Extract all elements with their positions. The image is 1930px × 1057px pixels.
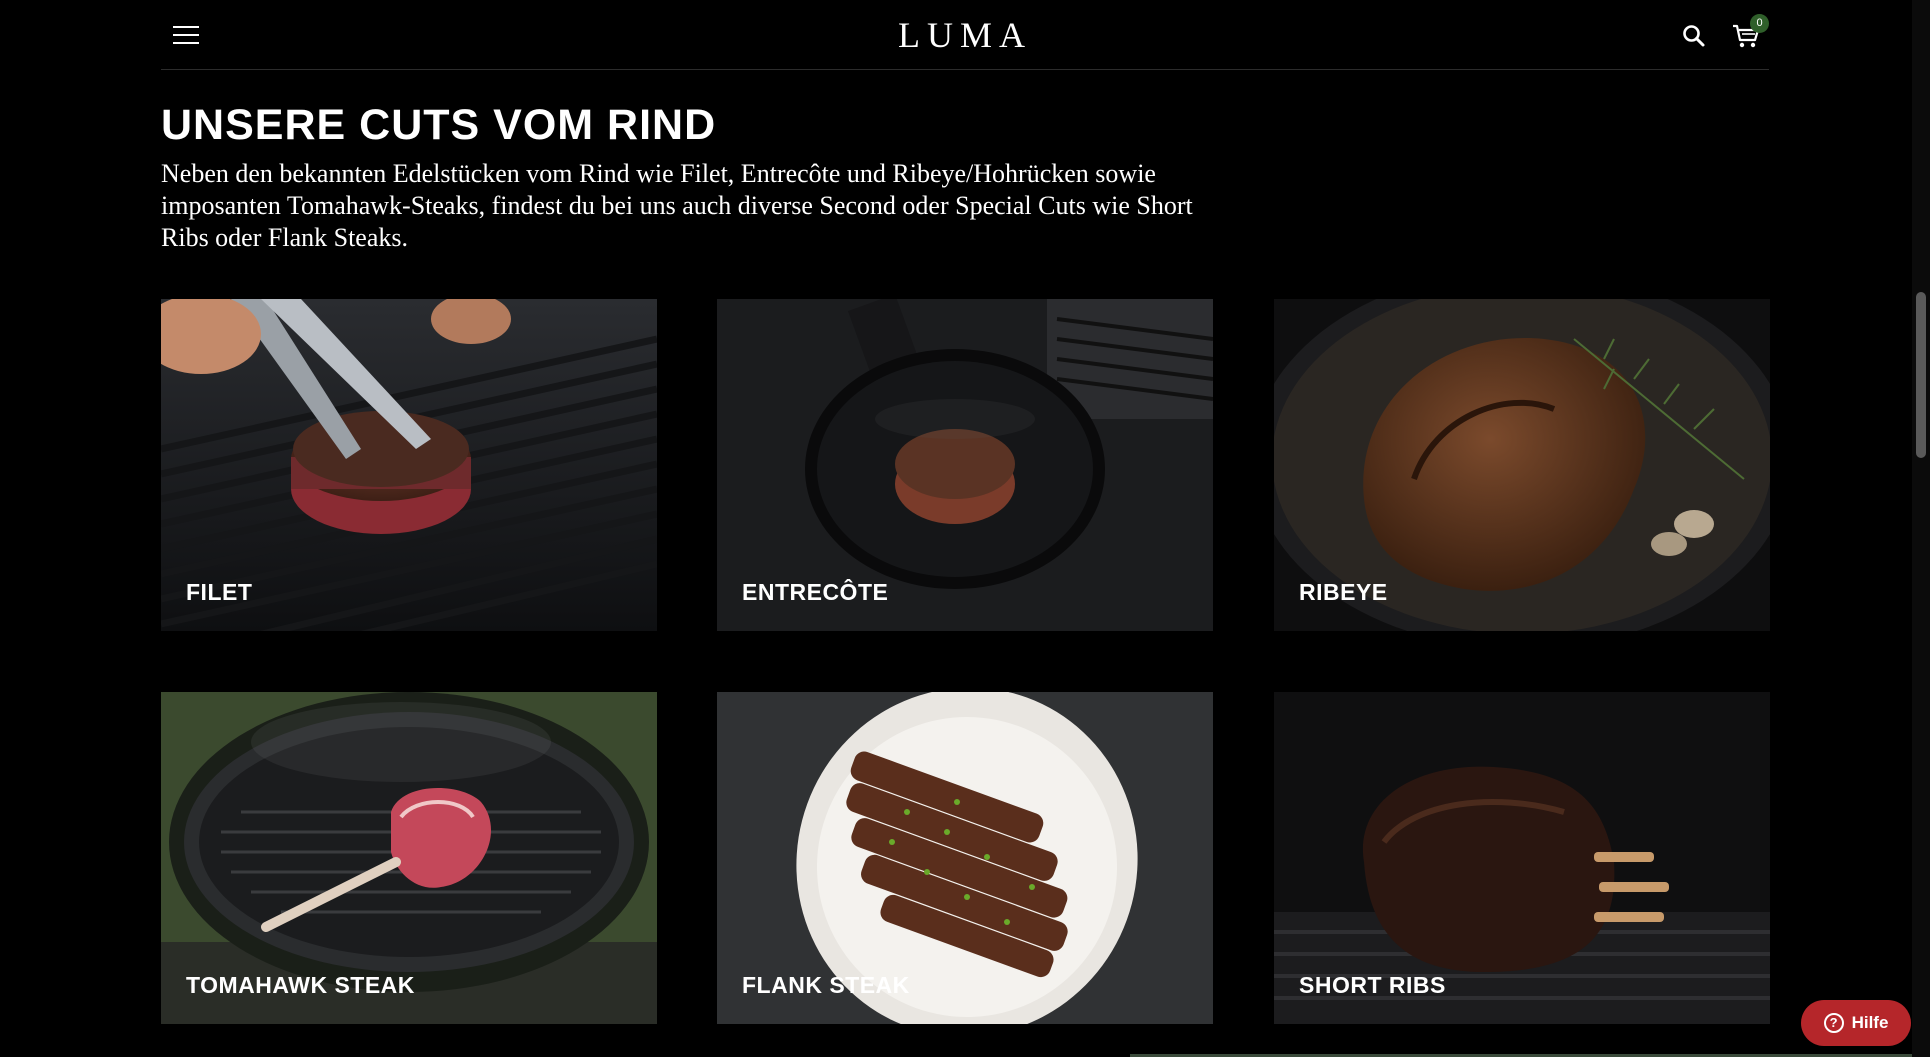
help-label: Hilfe	[1851, 1013, 1889, 1032]
site-header: LUMA 0	[161, 0, 1769, 70]
cut-card-short-ribs[interactable]: SHORT RIBS	[1274, 692, 1770, 1024]
cut-label: ENTRECÔTE	[742, 579, 889, 605]
section-title: UNSERE CUTS VOM RIND	[161, 101, 717, 149]
cut-label: FILET	[186, 579, 253, 605]
help-question-icon: ?	[1823, 1013, 1844, 1033]
cut-card-filet[interactable]: FILET	[161, 299, 657, 631]
cart-count-badge: 0	[1750, 14, 1769, 33]
cut-label: FLANK STEAK	[742, 972, 910, 998]
cut-label: RIBEYE	[1299, 579, 1388, 605]
cut-label: SHORT RIBS	[1299, 972, 1446, 998]
cut-label: TOMAHAWK STEAK	[186, 972, 415, 998]
cut-card-tomahawk-steak[interactable]: TOMAHAWK STEAK	[161, 692, 657, 1024]
cut-card-ribeye[interactable]: RIBEYE	[1274, 299, 1770, 631]
help-button[interactable]: ? Hilfe	[1801, 1000, 1911, 1046]
cut-card-entrecote[interactable]: ENTRECÔTE	[717, 299, 1213, 631]
search-icon[interactable]	[1681, 23, 1707, 49]
section-intro: Neben den bekannten Edelstücken vom Rind…	[161, 159, 1193, 252]
scroll-thumb[interactable]	[1916, 292, 1926, 458]
page-scrollbar[interactable]	[1912, 0, 1930, 1057]
site-logo[interactable]: LUMA	[161, 14, 1769, 56]
cut-card-flank-steak[interactable]: FLANK STEAK	[717, 692, 1213, 1024]
